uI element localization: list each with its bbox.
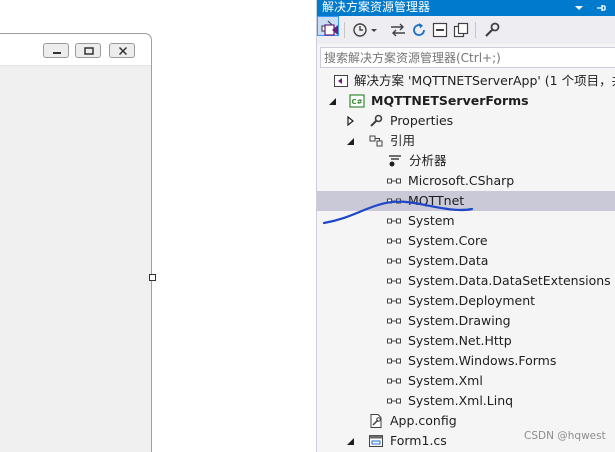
assembly-reference-icon (387, 398, 401, 404)
tree-item-analyzers[interactable]: 分析器 (317, 151, 615, 171)
pending-changes-filter-icon[interactable] (351, 21, 369, 39)
assembly-reference-icon (387, 278, 401, 284)
tree-item-reference[interactable]: System.Deployment (317, 291, 615, 311)
tree-item-reference[interactable]: System.Xml.Linq (317, 391, 615, 411)
properties-wrench-icon[interactable] (483, 21, 501, 39)
solution-explorer-title-bar[interactable]: 解决方案资源管理器 (317, 0, 615, 16)
tree-item-reference[interactable]: System.Data (317, 251, 615, 271)
tree-item-reference[interactable]: System.Xml (317, 371, 615, 391)
window-position-dropdown-icon[interactable] (574, 3, 584, 13)
tree-item-label: System.Deployment (408, 293, 536, 308)
tree-item-label: 解决方案 'MQTTNETServerApp' (1 个项目，共 (354, 73, 615, 88)
tree-item-project[interactable]: C# MQTTNETServerForms (317, 91, 615, 111)
tree-item-label: MQTTNETServerForms (371, 93, 529, 108)
collapsed-arrow-icon[interactable] (345, 114, 357, 128)
expanded-arrow-icon[interactable] (345, 134, 357, 148)
tree-item-app-config[interactable]: App.config (317, 411, 615, 431)
assembly-reference-icon (387, 298, 401, 304)
assembly-reference-icon (387, 218, 401, 224)
assembly-reference-icon (387, 238, 401, 244)
tree-item-label: System.Net.Http (408, 333, 512, 348)
assembly-reference-icon (387, 198, 401, 204)
form-title-bar (0, 34, 151, 66)
designer-form-window[interactable] (0, 33, 152, 452)
toolbar-separator (475, 22, 476, 38)
config-file-icon (370, 414, 382, 428)
tree-item-reference[interactable]: System.Net.Http (317, 331, 615, 351)
pin-icon[interactable] (595, 2, 607, 14)
references-icon (369, 135, 383, 147)
form-close-button[interactable] (109, 43, 135, 58)
assembly-reference-icon (387, 258, 401, 264)
toolbar-separator (344, 22, 345, 38)
refresh-icon[interactable] (410, 21, 428, 39)
analyzer-icon (389, 155, 401, 167)
chevron-down-icon[interactable] (369, 21, 379, 39)
svg-text:C#: C# (351, 98, 362, 106)
tree-item-properties[interactable]: Properties (317, 111, 615, 131)
solution-explorer-title: 解决方案资源管理器 (322, 0, 431, 14)
solution-icon (334, 75, 348, 87)
expanded-arrow-icon[interactable] (345, 434, 357, 448)
csharp-project-icon: C# (349, 94, 365, 108)
solution-tree: 解决方案 'MQTTNETServerApp' (1 个项目，共 C# MQTT… (317, 71, 615, 452)
tree-item-reference[interactable]: System.Core (317, 231, 615, 251)
minimize-icon (53, 52, 61, 54)
tree-item-label: Properties (390, 113, 454, 128)
form-designer-surface[interactable] (0, 0, 316, 452)
tree-item-label: App.config (390, 413, 457, 428)
assembly-reference-icon (387, 318, 401, 324)
tree-item-reference[interactable]: System.Data.DataSetExtensions (317, 271, 615, 291)
wrench-icon (370, 114, 383, 127)
assembly-reference-icon (387, 178, 401, 184)
show-all-files-icon[interactable] (452, 21, 470, 39)
tree-item-solution[interactable]: 解决方案 'MQTTNETServerApp' (1 个项目，共 (317, 71, 615, 91)
assembly-reference-icon (387, 378, 401, 384)
collapse-all-icon[interactable] (431, 21, 449, 39)
solution-explorer-toolbar (317, 16, 615, 44)
expanded-arrow-icon[interactable] (327, 94, 339, 108)
tree-item-label: System.Core (408, 233, 488, 248)
solution-explorer-panel: 解决方案资源管理器 搜索解决方案资源管理器(Ctrl+;) 解决方案 'MQTT… (316, 0, 615, 452)
form-resize-handle[interactable] (149, 274, 156, 281)
tree-item-reference[interactable]: System.Drawing (317, 311, 615, 331)
tree-item-references[interactable]: 引用 (317, 131, 615, 151)
tree-item-label: System.Windows.Forms (408, 353, 557, 368)
maximize-icon (84, 47, 94, 55)
switch-views-icon[interactable] (323, 21, 341, 39)
tree-item-label: 分析器 (409, 153, 447, 168)
watermark: CSDN @hqwest (524, 430, 606, 442)
assembly-reference-icon (387, 338, 401, 344)
solution-explorer-search-box[interactable] (320, 47, 615, 68)
assembly-reference-icon (387, 358, 401, 364)
sync-with-active-document-icon[interactable] (389, 21, 407, 39)
tree-item-label: System.Data (408, 253, 489, 268)
form-file-icon (369, 435, 383, 447)
tree-item-label: System.Xml.Linq (408, 393, 514, 408)
tree-item-label: System.Data.DataSetExtensions (408, 273, 611, 288)
tree-item-reference[interactable]: Microsoft.CSharp (317, 171, 615, 191)
form-minimize-button[interactable] (43, 43, 69, 58)
tree-item-label: MQTTnet (408, 193, 465, 208)
form-maximize-button[interactable] (75, 43, 101, 58)
search-input[interactable] (324, 49, 612, 66)
tree-item-label: 引用 (390, 133, 416, 148)
close-icon (118, 46, 128, 56)
tree-item-label: System (408, 213, 455, 228)
tree-item-label: System.Drawing (408, 313, 511, 328)
tree-item-reference[interactable]: System (317, 211, 615, 231)
tree-item-label: Form1.cs (390, 433, 447, 448)
tree-item-label: System.Xml (408, 373, 483, 388)
tree-item-reference[interactable]: System.Windows.Forms (317, 351, 615, 371)
tree-item-label: Microsoft.CSharp (408, 173, 515, 188)
tree-item-reference[interactable]: MQTTnet (317, 191, 615, 211)
